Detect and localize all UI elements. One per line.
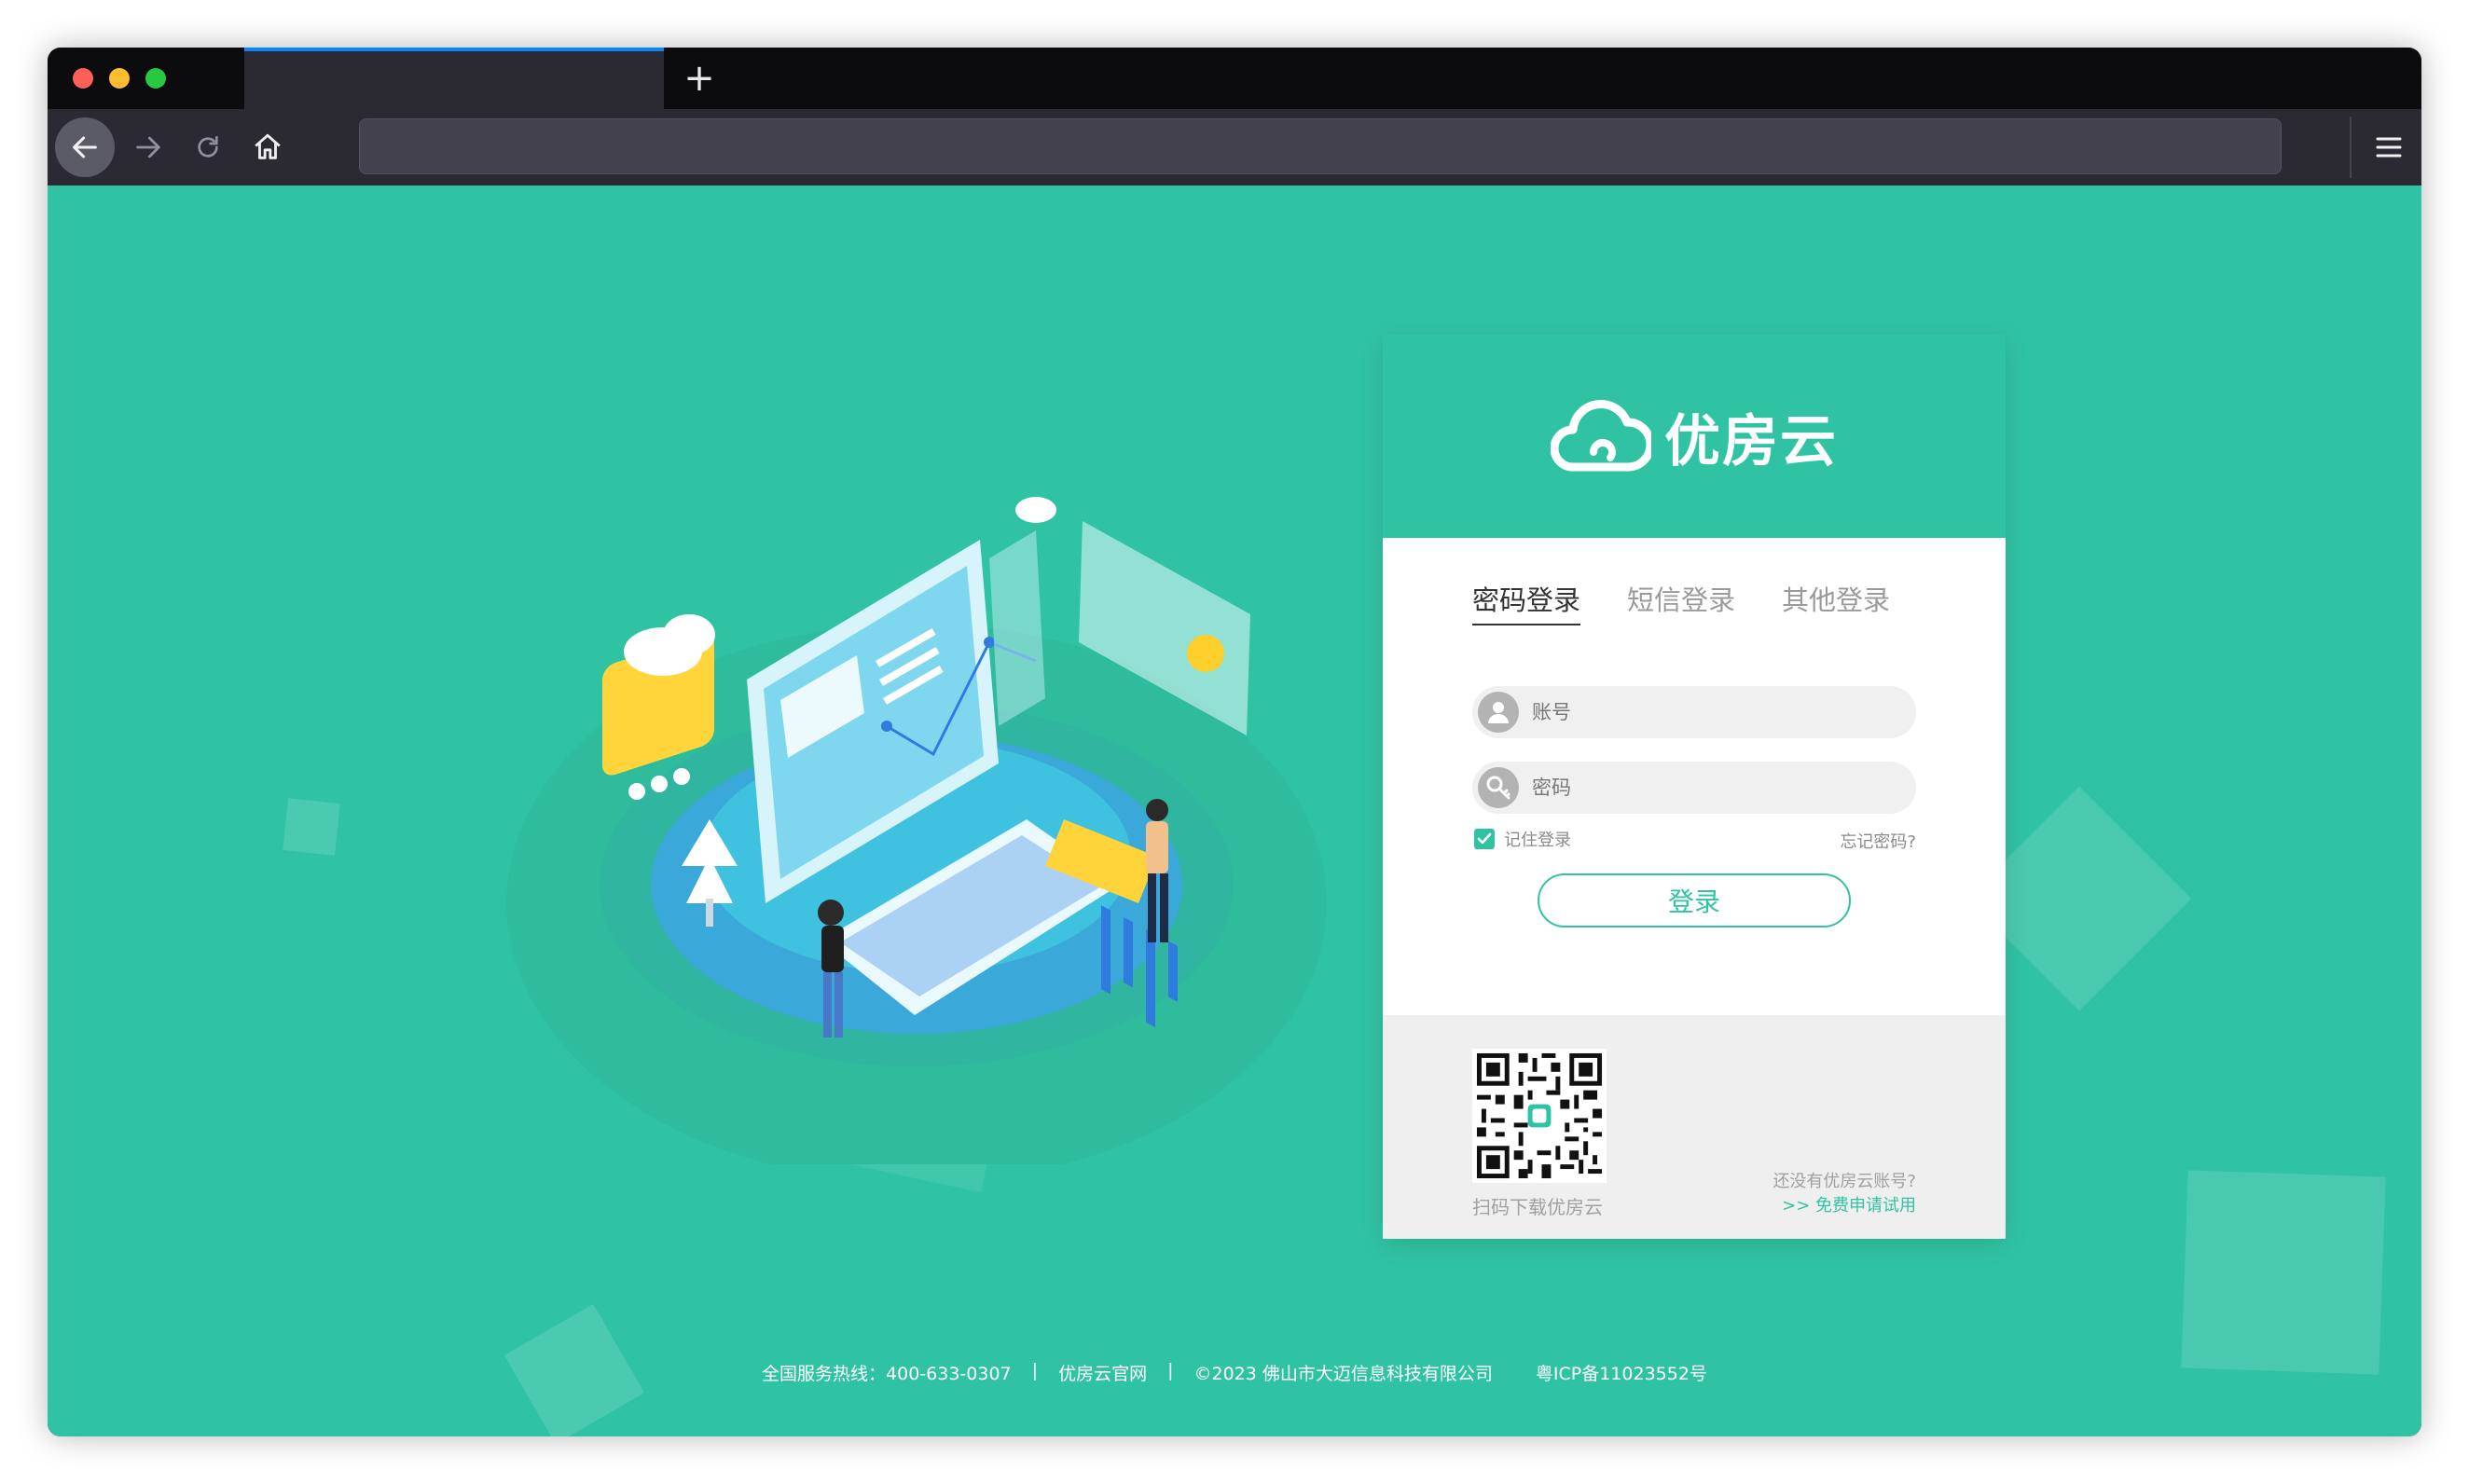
card-footer: 扫码下载优房云 还没有优房云账号? >> 免费申请试用 [1383,1015,2006,1239]
password-input[interactable] [1532,776,1886,799]
remember-label: 记住登录 [1504,831,1571,850]
home-button[interactable] [238,117,297,177]
qr-caption: 扫码下载优房云 [1472,1196,1603,1218]
footer-hotline: 全国服务热线：400-633-0307 [762,1364,1012,1384]
app-menu-button[interactable] [2366,125,2411,170]
user-icon [1478,692,1519,733]
browser-toolbar [48,109,2421,186]
footer-official-site-link[interactable]: 优房云官网 [1058,1360,1147,1385]
tab-strip: + [48,48,2421,109]
back-arrow-icon [73,136,97,158]
page-footer: 全国服务热线：400-633-0307 | 优房云官网 | ©2023 佛山市大… [48,1360,2421,1385]
toolbar-separator [2350,117,2352,178]
footer-copyright: ©2023 佛山市大迈信息科技有限公司 [1193,1364,1493,1384]
hero-illustration [506,497,1327,1164]
login-card: 优房云 密码登录 短信登录 其他登录 账号 记住登录 忘记密码? 登录 扫码下载… [1383,335,2006,1239]
forward-button[interactable] [118,117,178,177]
key-icon [1478,767,1519,808]
login-page: 优房云 密码登录 短信登录 其他登录 账号 记住登录 忘记密码? 登录 扫码下载… [48,186,2421,1436]
reload-icon [198,136,218,158]
hamburger-menu-icon [2376,137,2402,158]
qr-code [1472,1049,1607,1183]
brand-name: 优房云 [1664,408,1838,474]
back-button[interactable] [55,117,115,177]
password-field [1472,762,1916,814]
decor-square [2181,1170,2386,1375]
account-field [1472,686,1916,738]
new-tab-button[interactable]: + [678,57,721,100]
footer-icp-link[interactable]: 粤ICP备11023552号 [1536,1360,1707,1385]
reload-button[interactable] [178,117,238,177]
close-window-button[interactable] [73,68,93,89]
login-method-tabs: 密码登录 短信登录 其他登录 [1472,579,1890,625]
remember-checkbox[interactable] [1474,829,1495,849]
minimize-window-button[interactable] [109,68,130,89]
address-bar[interactable] [359,118,2282,174]
home-icon [255,133,281,159]
forgot-password-link[interactable]: 忘记密码? [1840,829,1916,853]
no-account-text: 还没有优房云账号? [1772,1172,1916,1191]
checkbox-check-icon [1477,832,1492,845]
footer-divider: | [1031,1360,1039,1381]
cloud-logo-icon [1551,400,1651,472]
active-tab[interactable] [244,48,664,109]
remember-login: 记住登录 [1474,827,1571,851]
login-button[interactable]: 登录 [1538,873,1851,928]
tab-other-login[interactable]: 其他登录 [1782,579,1890,625]
free-trial-link[interactable]: >> 免费申请试用 [1782,1192,1916,1216]
account-input[interactable] [1532,701,1886,723]
forward-arrow-icon [136,136,160,158]
tab-sms-login[interactable]: 短信登录 [1627,579,1735,625]
decor-square [283,798,340,856]
footer-divider: | [1167,1360,1174,1381]
browser-window: + 优房云 密码登录 短信登录 其他登录 账号 记住登录 忘记密码? 登录 扫码… [48,48,2421,1436]
maximize-window-button[interactable] [145,68,166,89]
card-header: 优房云 [1383,335,2006,538]
tab-password-login[interactable]: 密码登录 [1472,579,1581,625]
